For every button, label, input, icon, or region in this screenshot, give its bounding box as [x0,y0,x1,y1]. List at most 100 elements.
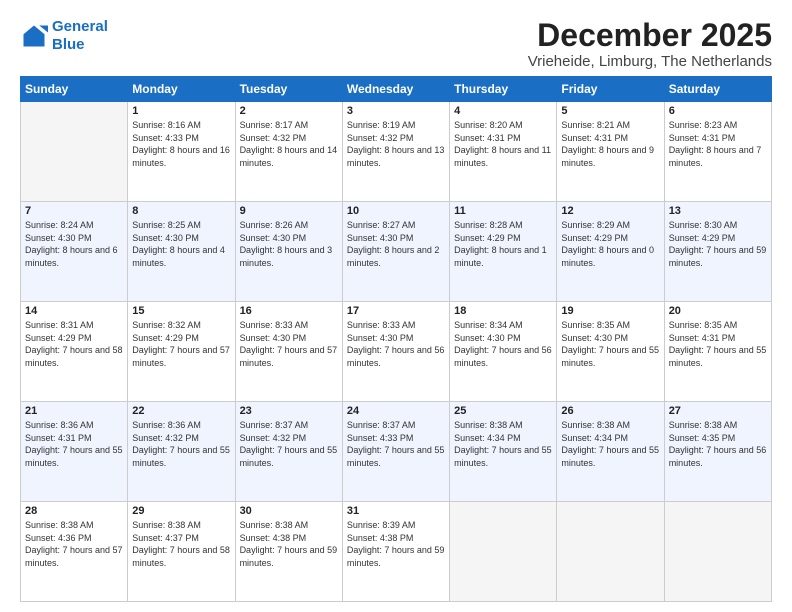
header-sunday: Sunday [21,77,128,102]
day-cell: 18 Sunrise: 8:34 AMSunset: 4:30 PMDayligh… [450,302,557,402]
day-cell: 3 Sunrise: 8:19 AMSunset: 4:32 PMDaylight… [342,102,449,202]
day-number: 17 [347,305,445,317]
day-info: Sunrise: 8:23 AMSunset: 4:31 PMDaylight:… [669,119,767,169]
day-cell: 26 Sunrise: 8:38 AMSunset: 4:34 PMDayligh… [557,402,664,502]
day-cell: 28 Sunrise: 8:38 AMSunset: 4:36 PMDayligh… [21,502,128,602]
day-number: 11 [454,205,552,217]
day-number: 31 [347,505,445,517]
day-info: Sunrise: 8:38 AMSunset: 4:35 PMDaylight:… [669,419,767,469]
day-number: 18 [454,305,552,317]
day-cell: 31 Sunrise: 8:39 AMSunset: 4:38 PMDayligh… [342,502,449,602]
week-row-2: 7 Sunrise: 8:24 AMSunset: 4:30 PMDaylight… [21,202,772,302]
day-number: 23 [240,405,338,417]
day-cell: 15 Sunrise: 8:32 AMSunset: 4:29 PMDayligh… [128,302,235,402]
day-number: 15 [132,305,230,317]
week-row-1: 1 Sunrise: 8:16 AMSunset: 4:33 PMDaylight… [21,102,772,202]
day-info: Sunrise: 8:32 AMSunset: 4:29 PMDaylight:… [132,319,230,369]
day-number: 7 [25,205,123,217]
day-info: Sunrise: 8:38 AMSunset: 4:34 PMDaylight:… [561,419,659,469]
day-number: 16 [240,305,338,317]
day-cell: 30 Sunrise: 8:38 AMSunset: 4:38 PMDayligh… [235,502,342,602]
day-cell: 4 Sunrise: 8:20 AMSunset: 4:31 PMDaylight… [450,102,557,202]
day-cell: 21Sunrise: 8:36 AMSunset: 4:31 PMDayligh… [21,402,128,502]
logo-text: General Blue [52,18,108,54]
day-number: 24 [347,405,445,417]
day-info: Sunrise: 8:37 AMSunset: 4:33 PMDaylight:… [347,419,445,469]
day-info: Sunrise: 8:31 AMSunset: 4:29 PMDaylight:… [25,319,123,369]
day-cell: 1 Sunrise: 8:16 AMSunset: 4:33 PMDaylight… [128,102,235,202]
day-number: 9 [240,205,338,217]
day-number: 20 [669,305,767,317]
day-number: 12 [561,205,659,217]
week-row-3: 14 Sunrise: 8:31 AMSunset: 4:29 PMDayligh… [21,302,772,402]
day-cell: 9 Sunrise: 8:26 AMSunset: 4:30 PMDaylight… [235,202,342,302]
week-row-5: 28 Sunrise: 8:38 AMSunset: 4:36 PMDayligh… [21,502,772,602]
day-info: Sunrise: 8:38 AMSunset: 4:34 PMDaylight:… [454,419,552,469]
calendar-table: Sunday Monday Tuesday Wednesday Thursday… [20,76,772,602]
day-number: 8 [132,205,230,217]
day-number: 26 [561,405,659,417]
day-info: Sunrise: 8:26 AMSunset: 4:30 PMDaylight:… [240,219,338,269]
day-number: 6 [669,105,767,117]
day-number: 14 [25,305,123,317]
week-row-4: 21Sunrise: 8:36 AMSunset: 4:31 PMDayligh… [21,402,772,502]
weekday-header-row: Sunday Monday Tuesday Wednesday Thursday… [21,77,772,102]
title-block: December 2025 Vrieheide, Limburg, The Ne… [528,18,772,70]
day-cell: 2Sunrise: 8:17 AMSunset: 4:32 PMDaylight… [235,102,342,202]
day-number: 29 [132,505,230,517]
logo-line2: Blue [52,36,85,53]
month-title: December 2025 [528,18,772,53]
day-cell: 8Sunrise: 8:25 AMSunset: 4:30 PMDaylight… [128,202,235,302]
day-number: 19 [561,305,659,317]
day-info: Sunrise: 8:37 AMSunset: 4:32 PMDaylight:… [240,419,338,469]
day-info: Sunrise: 8:39 AMSunset: 4:38 PMDaylight:… [347,519,445,569]
day-cell: 11 Sunrise: 8:28 AMSunset: 4:29 PMDayligh… [450,202,557,302]
day-info: Sunrise: 8:28 AMSunset: 4:29 PMDaylight:… [454,219,552,269]
header-tuesday: Tuesday [235,77,342,102]
logo-icon [20,22,48,50]
day-cell: 14 Sunrise: 8:31 AMSunset: 4:29 PMDayligh… [21,302,128,402]
day-cell: 29 Sunrise: 8:38 AMSunset: 4:37 PMDayligh… [128,502,235,602]
day-number: 4 [454,105,552,117]
day-info: Sunrise: 8:19 AMSunset: 4:32 PMDaylight:… [347,119,445,169]
day-cell: 19 Sunrise: 8:35 AMSunset: 4:30 PMDayligh… [557,302,664,402]
logo: General Blue [20,18,108,54]
day-info: Sunrise: 8:35 AMSunset: 4:30 PMDaylight:… [561,319,659,369]
location-title: Vrieheide, Limburg, The Netherlands [528,53,772,70]
day-number: 21 [25,405,123,417]
day-info: Sunrise: 8:34 AMSunset: 4:30 PMDaylight:… [454,319,552,369]
page: General Blue December 2025 Vrieheide, Li… [0,0,792,612]
day-info: Sunrise: 8:16 AMSunset: 4:33 PMDaylight:… [132,119,230,169]
day-cell: 25 Sunrise: 8:38 AMSunset: 4:34 PMDayligh… [450,402,557,502]
day-cell: 12Sunrise: 8:29 AMSunset: 4:29 PMDayligh… [557,202,664,302]
day-number: 22 [132,405,230,417]
day-cell [21,102,128,202]
header-monday: Monday [128,77,235,102]
day-cell: 7 Sunrise: 8:24 AMSunset: 4:30 PMDaylight… [21,202,128,302]
day-number: 30 [240,505,338,517]
day-number: 5 [561,105,659,117]
header-saturday: Saturday [664,77,771,102]
day-cell: 5Sunrise: 8:21 AMSunset: 4:31 PMDaylight… [557,102,664,202]
day-number: 2 [240,105,338,117]
header-thursday: Thursday [450,77,557,102]
day-number: 28 [25,505,123,517]
day-info: Sunrise: 8:38 AMSunset: 4:36 PMDaylight:… [25,519,123,569]
logo-line1: General [52,18,108,35]
day-cell: 10 Sunrise: 8:27 AMSunset: 4:30 PMDayligh… [342,202,449,302]
day-info: Sunrise: 8:38 AMSunset: 4:38 PMDaylight:… [240,519,338,569]
day-info: Sunrise: 8:27 AMSunset: 4:30 PMDaylight:… [347,219,445,269]
day-info: Sunrise: 8:38 AMSunset: 4:37 PMDaylight:… [132,519,230,569]
day-info: Sunrise: 8:36 AMSunset: 4:32 PMDaylight:… [132,419,230,469]
day-number: 10 [347,205,445,217]
day-info: Sunrise: 8:30 AMSunset: 4:29 PMDaylight:… [669,219,767,269]
day-number: 13 [669,205,767,217]
day-number: 3 [347,105,445,117]
header-friday: Friday [557,77,664,102]
day-number: 27 [669,405,767,417]
day-number: 25 [454,405,552,417]
day-info: Sunrise: 8:24 AMSunset: 4:30 PMDaylight:… [25,219,123,269]
day-info: Sunrise: 8:20 AMSunset: 4:31 PMDaylight:… [454,119,552,169]
day-number: 1 [132,105,230,117]
day-cell: 23 Sunrise: 8:37 AMSunset: 4:32 PMDayligh… [235,402,342,502]
